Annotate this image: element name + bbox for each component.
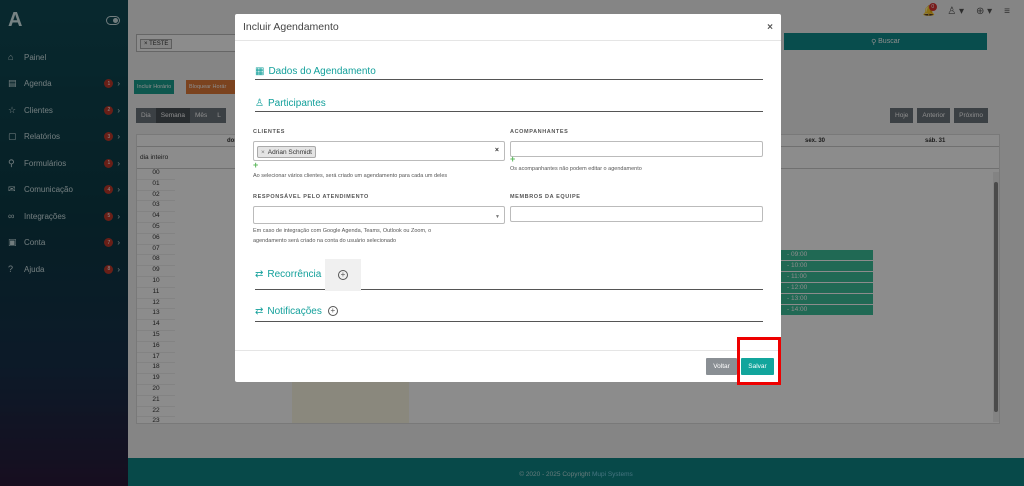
add-recurrence-icon[interactable]: + <box>338 270 348 280</box>
membros-label: MEMBROS DA EQUIPE <box>510 194 581 200</box>
chevron-down-icon: ▼ <box>495 214 500 220</box>
voltar-button[interactable]: Voltar <box>706 358 737 375</box>
incluir-agendamento-modal: Incluir Agendamento × ▦ Dados do Agendam… <box>235 14 781 382</box>
section-notificacoes[interactable]: ⇄ Notificações + <box>255 301 763 322</box>
responsavel-hint-2: agendamento será criado na conta do usuá… <box>253 238 397 244</box>
add-acompanhante-icon[interactable]: + <box>510 154 515 164</box>
user-icon: ♙ <box>255 98 264 109</box>
modal-header: Incluir Agendamento × <box>235 14 781 41</box>
section-participantes[interactable]: ♙ Participantes <box>255 96 763 112</box>
modal-footer <box>235 350 781 382</box>
add-client-icon[interactable]: + <box>253 160 258 170</box>
calendar-icon: ▦ <box>255 66 265 77</box>
add-notification-icon[interactable]: + <box>327 306 338 316</box>
membros-input[interactable] <box>510 206 763 222</box>
close-icon[interactable]: × <box>767 22 773 33</box>
repeat-icon: ⇄ <box>255 268 264 280</box>
acompanhantes-label: ACOMPANHANTES <box>510 129 569 135</box>
selected-client-tag[interactable]: × Adrian Schmidt <box>257 146 316 158</box>
responsavel-hint-1: Em caso de integração com Google Agenda,… <box>253 228 432 234</box>
repeat-icon: ⇄ <box>255 305 264 317</box>
clear-icon[interactable]: × <box>495 147 499 154</box>
remove-tag-icon[interactable]: × <box>261 149 265 156</box>
salvar-highlight-box <box>737 337 781 385</box>
add-recurrence-area[interactable]: + <box>325 259 361 291</box>
acompanhantes-hint: Os acompanhantes não podem editar o agen… <box>510 166 642 172</box>
section-dados[interactable]: ▦ Dados do Agendamento <box>255 64 763 80</box>
clientes-label: CLIENTES <box>253 129 285 135</box>
clientes-select[interactable]: × Adrian Schmidt × <box>253 141 505 161</box>
modal-title: Incluir Agendamento <box>243 21 339 33</box>
responsavel-select[interactable]: ▼ <box>253 206 505 224</box>
acompanhantes-input[interactable] <box>510 141 763 157</box>
responsavel-label: RESPONSÁVEL PELO ATENDIMENTO <box>253 194 369 200</box>
clientes-hint: Ao selecionar vários clientes, será cria… <box>253 173 448 179</box>
